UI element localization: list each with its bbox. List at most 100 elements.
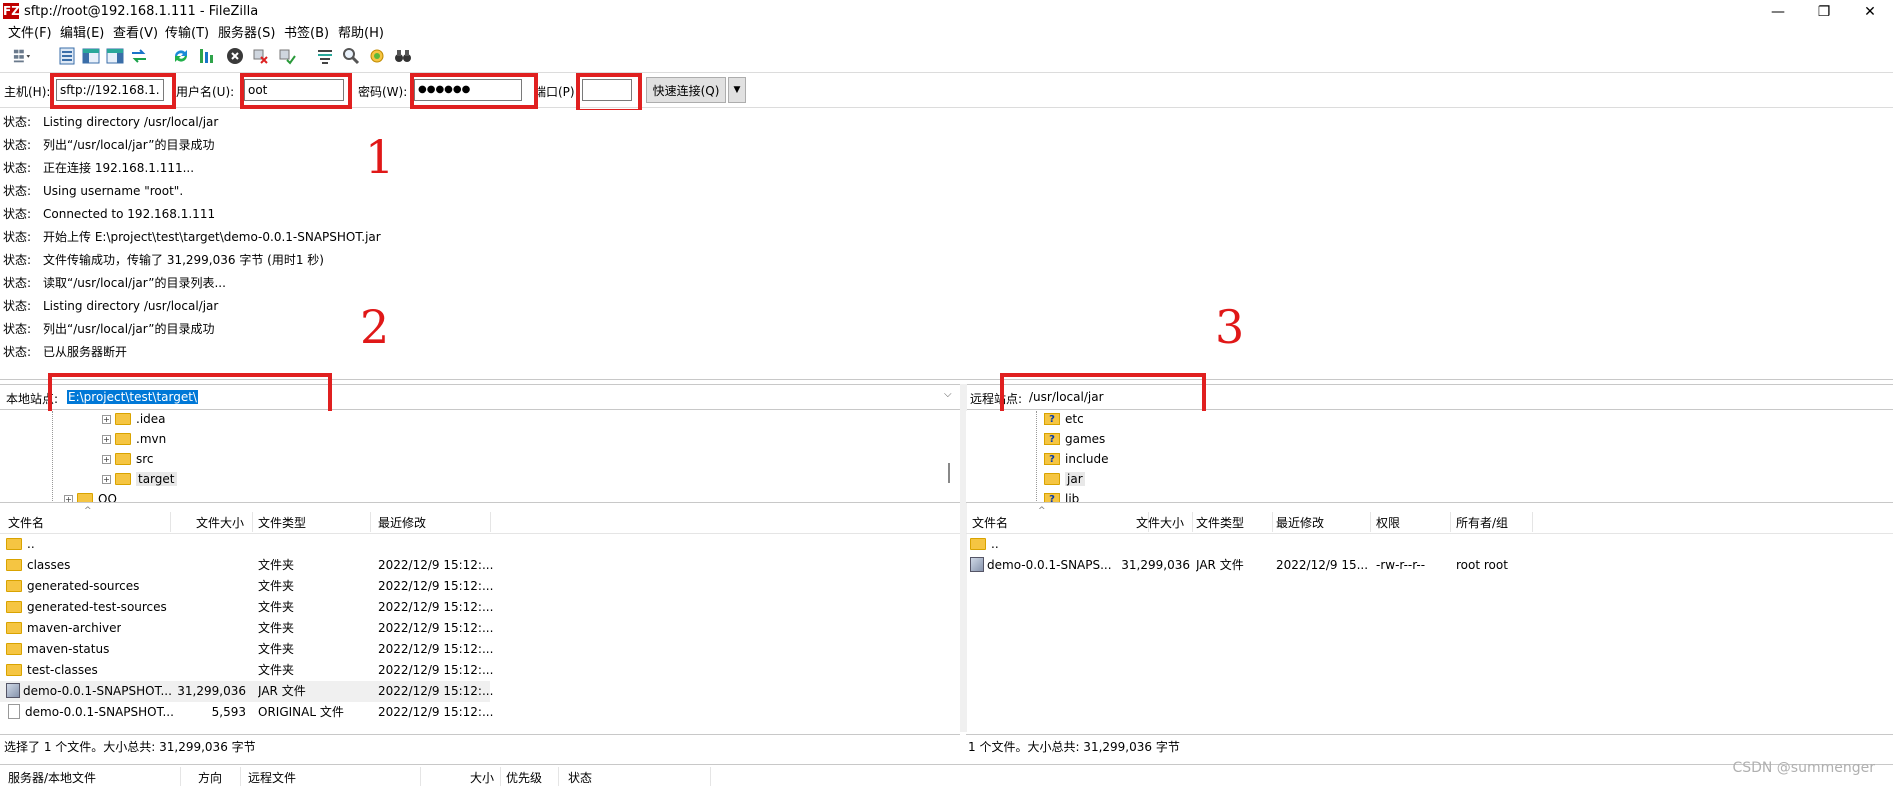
folder-icon [6,621,22,634]
menu-bookmarks[interactable]: 书签(B) [282,24,331,44]
col-filetype[interactable]: 文件类型 [258,514,306,531]
quickconnect-bar: 主机(H): 用户名(U): 密码(W): ●●●●●● 端口(P): 快速连接… [0,72,1893,108]
folder-icon [115,432,131,445]
col-owner[interactable]: 所有者/组 [1456,514,1508,531]
annotation-one: 1 [365,130,395,184]
window-title: sftp://root@192.168.1.111 - FileZilla [24,4,259,19]
col-filename[interactable]: 文件名 [972,514,1008,531]
tree-item[interactable]: + target [102,469,177,489]
message-log: 状态: Listing directory /usr/local/jar 状态: 列… [0,110,1893,380]
sort-up-icon: ^ [1038,506,1046,516]
list-item[interactable]: generated-sources 文件夹 2022/12/9 15:12:... [0,576,493,597]
menu-help[interactable]: 帮助(H) [336,24,386,44]
tree-item[interactable]: + src [102,449,154,469]
col-filename[interactable]: 文件名 [8,514,44,531]
remote-status: 1 个文件。大小总共: 31,299,036 字节 [966,734,1893,758]
col-modified[interactable]: 最近修改 [378,514,426,531]
search-icon[interactable] [340,45,362,67]
col-permissions[interactable]: 权限 [1376,514,1400,531]
local-file-list-header: ^ 文件名 文件大小 文件类型 最近修改 [0,506,960,534]
local-directory-tree: + .idea + .mvn + src + target + OO [0,411,960,503]
menu-file[interactable]: 文件(F) [6,24,54,44]
folder-icon [77,492,93,502]
directory-filter-icon[interactable] [314,45,336,67]
sync-browsing-icon[interactable] [366,45,388,67]
tree-item[interactable]: ? include [1044,449,1108,469]
quickconnect-button[interactable]: 快速连接(Q) [646,77,726,103]
password-label: 密码(W): [358,85,408,99]
site-manager-icon[interactable] [4,45,40,67]
col-filesize[interactable]: 文件大小 [196,514,244,531]
maximize-button[interactable]: ❐ [1801,0,1847,24]
list-item[interactable]: demo-0.0.1-SNAPS... 31,299,036 JAR 文件 2022/… [966,555,1532,576]
remote-site-path-input[interactable]: /usr/local/jar [1026,387,1886,407]
log-entry: 状态: 文件传输成功，传输了 31,299,036 字节 (用时1 秒) [3,253,324,267]
transfer-queue-icon[interactable] [128,45,150,67]
folder-icon [6,642,22,655]
toggle-local-tree-icon[interactable] [80,45,102,67]
queue-col-size[interactable]: 大小 [470,769,494,786]
queue-col-remote-file[interactable]: 远程文件 [248,769,296,786]
refresh-icon[interactable] [170,45,192,67]
local-site-path-input[interactable]: E:\project\test\target\ [64,387,954,407]
tree-item[interactable]: + .idea [102,411,166,429]
menu-edit[interactable]: 编辑(E) [58,24,106,44]
binoculars-icon[interactable] [392,45,414,67]
tree-item[interactable]: jar [1044,469,1085,489]
queue-col-priority[interactable]: 优先级 [506,769,542,786]
tree-item[interactable]: + OO [64,489,117,502]
queue-col-server-local-file[interactable]: 服务器/本地文件 [8,769,96,786]
reconnect-icon[interactable] [276,45,298,67]
process-queue-icon[interactable] [196,45,218,67]
col-filesize[interactable]: 文件大小 [1136,514,1184,531]
col-modified[interactable]: 最近修改 [1276,514,1324,531]
folder-icon [6,579,22,592]
username-input[interactable] [244,79,344,101]
folder-icon [6,600,22,613]
log-entry: 状态: 开始上传 E:\project\test\target\demo-0.0.… [3,230,381,244]
filezilla-logo-icon: FZ [3,3,20,19]
queue-col-direction[interactable]: 方向 [198,769,222,786]
menu-view[interactable]: 查看(V) [111,24,160,44]
tree-item[interactable]: ? lib [1044,489,1079,502]
quickconnect-history-dropdown[interactable]: ▼ [728,77,746,103]
toggle-remote-tree-icon[interactable] [104,45,126,67]
log-entry: 状态: 正在连接 192.168.1.111... [3,161,195,175]
tree-item[interactable]: ? games [1044,429,1105,449]
local-site-dropdown-icon[interactable]: ⌵ [944,389,952,400]
disconnect-icon[interactable] [250,45,272,67]
folder-icon [115,412,131,425]
unknown-folder-icon: ? [1044,432,1060,445]
list-item[interactable]: demo-0.0.1-SNAPSHOT... 5,593 ORIGINAL 文件 20… [0,702,493,723]
local-site-bar: 本地站点: E:\project\test\target\ ⌵ [0,384,960,410]
close-button[interactable]: ✕ [1847,0,1893,24]
list-item[interactable]: test-classes 文件夹 2022/12/9 15:12:... [0,660,493,681]
queue-col-status[interactable]: 状态 [568,769,592,786]
toolbar [0,44,1893,70]
tree-item[interactable]: ? etc [1044,411,1084,429]
menu-server[interactable]: 服务器(S) [216,24,277,44]
tree-item[interactable]: + .mvn [102,429,166,449]
cancel-icon[interactable] [224,45,246,67]
log-entry: 状态: Using username "root". [3,184,184,198]
list-item[interactable]: .. [0,534,490,555]
minimize-button[interactable]: — [1755,0,1801,24]
host-input[interactable] [56,79,164,101]
toggle-log-icon[interactable] [56,45,78,67]
list-item[interactable]: maven-status 文件夹 2022/12/9 15:12:... [0,639,493,660]
log-entry: 状态: 读取“/usr/local/jar”的目录列表... [3,276,226,290]
remote-directory-tree: ? etc ? games ? include jar ? lib [966,411,1893,503]
list-item[interactable]: maven-archiver 文件夹 2022/12/9 15:12:... [0,618,493,639]
remote-file-list-header: ^ 文件名 文件大小 文件类型 最近修改 权限 所有者/组 [966,506,1893,534]
list-item[interactable]: .. [966,534,1532,555]
tree-scrollbar[interactable] [948,463,950,483]
port-input[interactable] [582,79,632,101]
list-item[interactable]: classes 文件夹 2022/12/9 15:12:... [0,555,493,576]
menu-transfer[interactable]: 传输(T) [163,24,211,44]
password-input[interactable]: ●●●●●● [414,79,522,101]
list-item[interactable]: generated-test-sources 文件夹 2022/12/9 15:12… [0,597,493,618]
col-filetype[interactable]: 文件类型 [1196,514,1244,531]
log-entry: 状态: Listing directory /usr/local/jar [3,299,219,313]
local-status: 选择了 1 个文件。大小总共: 31,299,036 字节 [0,734,960,758]
list-item-selected[interactable]: demo-0.0.1-SNAPSHOT... 31,299,036 JAR 文件 20… [0,681,493,702]
